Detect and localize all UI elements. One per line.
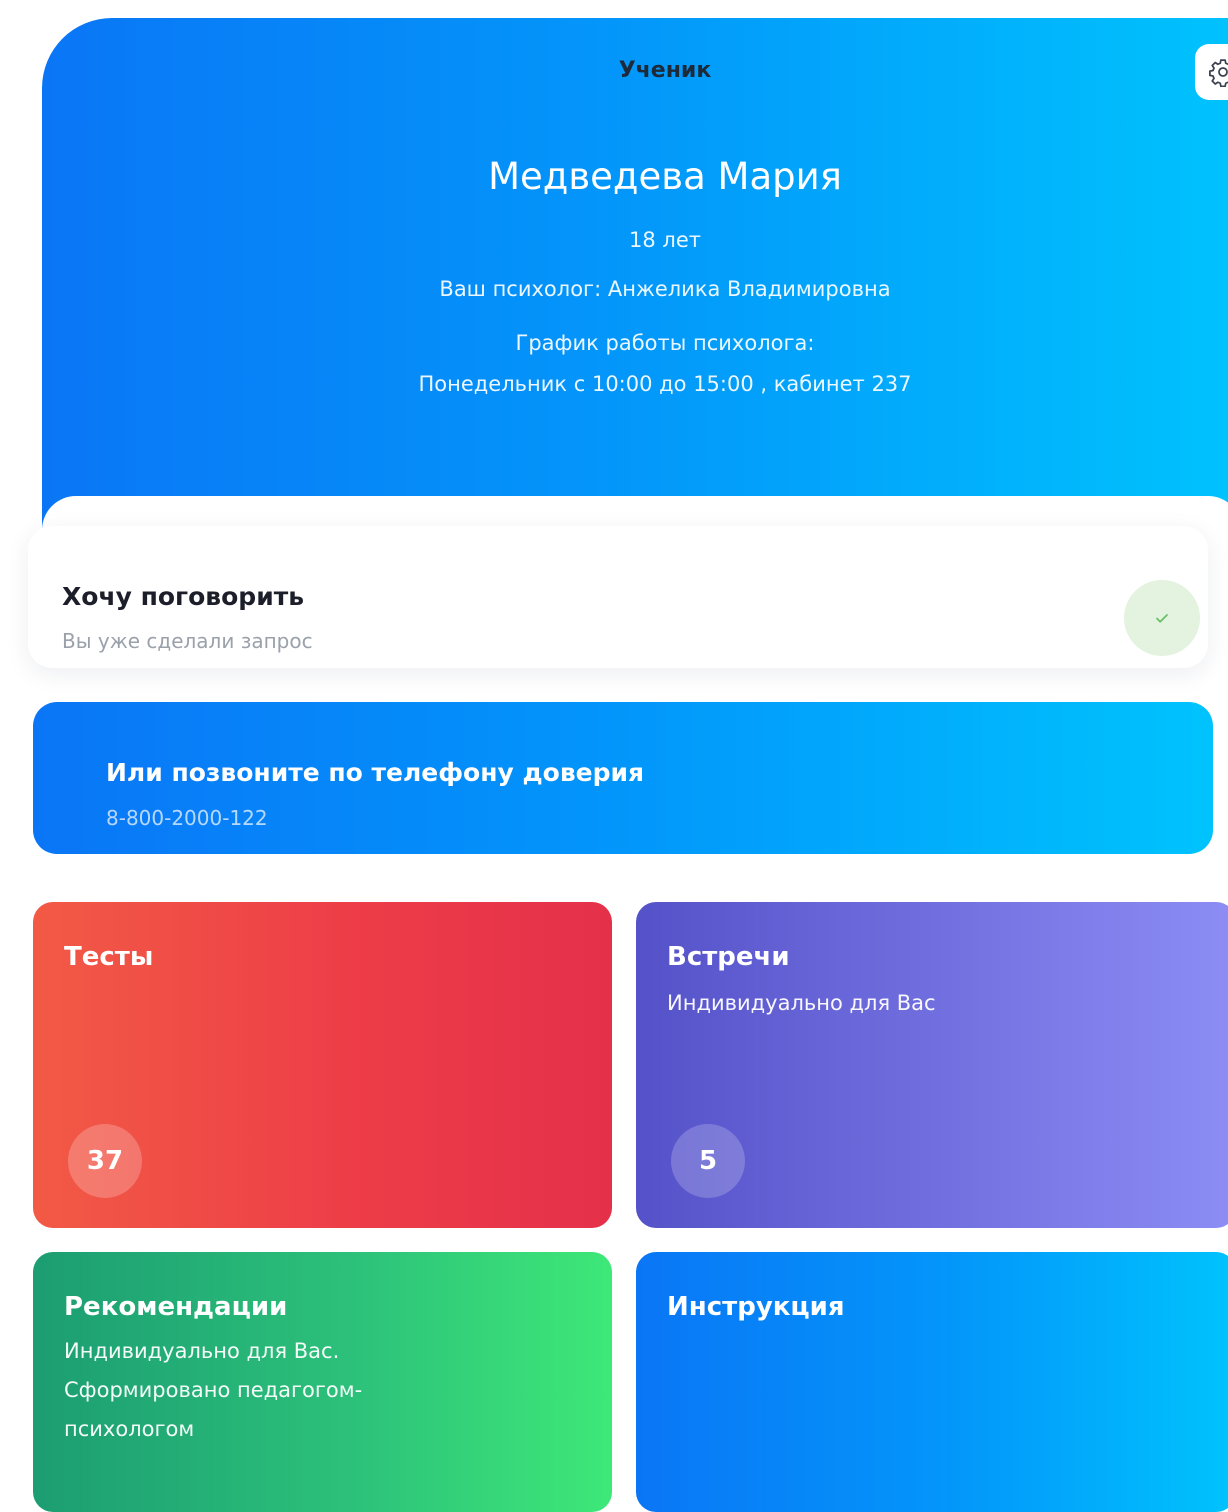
request-status-badge <box>1124 580 1200 656</box>
role-title: Ученик <box>618 58 712 83</box>
instructions-tile[interactable]: Инструкция <box>636 1252 1228 1512</box>
tests-tile[interactable]: Тесты 37 <box>33 902 612 1228</box>
schedule-text: Понедельник с 10:00 до 15:00 , кабинет 2… <box>418 372 912 396</box>
student-age: 18 лет <box>629 228 701 252</box>
meetings-subtitle: Индивидуально для Вас <box>667 991 936 1015</box>
check-icon <box>1156 614 1168 623</box>
talk-request-status: Вы уже сделали запрос <box>62 629 313 653</box>
recommendations-tile[interactable]: Рекомендации Индивидуально для Вас. Сфор… <box>33 1252 612 1512</box>
gear-icon <box>1209 59 1228 87</box>
meetings-title: Встречи <box>667 942 790 972</box>
recommendations-line: психологом <box>64 1417 195 1441</box>
instructions-title: Инструкция <box>667 1292 845 1322</box>
meetings-tile[interactable]: Встречи Индивидуально для Вас 5 <box>636 902 1228 1228</box>
profile-header: Ученик Медведева Мария 18 лет Ваш психол… <box>42 18 1228 538</box>
psychologist-name: Ваш психолог: Анжелика Владимировна <box>439 277 891 301</box>
tests-count-badge: 37 <box>68 1124 142 1198</box>
tests-title: Тесты <box>64 942 154 972</box>
talk-request-card[interactable]: Хочу поговорить Вы уже сделали запрос <box>28 526 1208 668</box>
hotline-card[interactable]: Или позвоните по телефону доверия 8-800-… <box>33 702 1213 854</box>
recommendations-line: Сформировано педагогом- <box>64 1378 363 1402</box>
schedule-label: График работы психолога: <box>515 331 815 355</box>
meetings-count-badge: 5 <box>671 1124 745 1198</box>
student-name: Медведева Мария <box>488 155 842 198</box>
recommendations-line: Индивидуально для Вас. <box>64 1339 340 1363</box>
hotline-title: Или позвоните по телефону доверия <box>106 758 645 787</box>
settings-button[interactable] <box>1195 44 1228 100</box>
talk-request-title: Хочу поговорить <box>62 582 305 611</box>
hotline-phone[interactable]: 8-800-2000-122 <box>106 806 268 830</box>
recommendations-title: Рекомендации <box>64 1292 288 1322</box>
